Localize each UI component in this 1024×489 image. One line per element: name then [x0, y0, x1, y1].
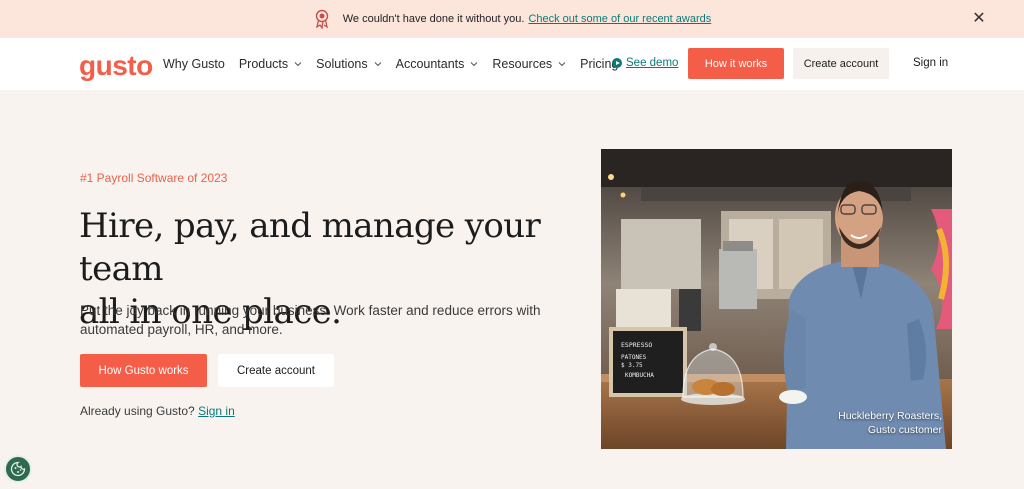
- sign-in-link[interactable]: Sign in: [198, 404, 235, 418]
- cookie-settings-button[interactable]: [4, 455, 32, 483]
- photo-caption: Huckleberry Roasters, Gusto customer: [838, 410, 942, 436]
- already-using-text: Already using Gusto? Sign in: [80, 404, 235, 418]
- menu-board-line: PATONES: [621, 354, 647, 361]
- announcement-text: We couldn't have done it without you.: [342, 13, 525, 25]
- award-ribbon-icon: [313, 9, 331, 29]
- nav-item-products[interactable]: Products: [239, 57, 302, 71]
- sign-in-nav-link[interactable]: Sign in: [913, 57, 948, 69]
- create-account-button[interactable]: Create account: [218, 354, 334, 387]
- chevron-down-icon: [471, 62, 478, 67]
- nav-item-resources[interactable]: Resources: [492, 57, 566, 71]
- hero-eyebrow: #1 Payroll Software of 2023: [80, 171, 228, 185]
- see-demo-link[interactable]: See demo: [612, 57, 678, 69]
- menu-board-line: KOMBUCHA: [625, 372, 654, 379]
- close-icon[interactable]: ✕: [970, 9, 988, 27]
- gusto-logo[interactable]: gusto: [79, 50, 153, 82]
- nav-item-solutions[interactable]: Solutions: [316, 57, 381, 71]
- cafe-illustration: ESPRESSO PATONES $ 3.75 KOMBUCHA: [601, 149, 952, 449]
- chevron-down-icon: [558, 62, 566, 67]
- menu-board-line: ESPRESSO: [621, 341, 652, 349]
- menu-board-line: $ 3.75: [621, 362, 643, 369]
- announcement-bar: We couldn't have done it without you. Ch…: [0, 0, 1024, 38]
- chevron-down-icon: [374, 62, 381, 67]
- hero-subtext: Put the joy back in running your busines…: [80, 303, 541, 337]
- create-account-nav-button[interactable]: Create account: [793, 48, 889, 79]
- hero-photo: ESPRESSO PATONES $ 3.75 KOMBUCHA Huckleb…: [601, 149, 952, 449]
- nav-item-why-gusto[interactable]: Why Gusto: [163, 57, 225, 71]
- cookie-icon: [10, 461, 26, 477]
- how-gusto-works-button[interactable]: How Gusto works: [80, 354, 207, 387]
- play-icon: [612, 58, 622, 68]
- how-it-works-button[interactable]: How it works: [688, 48, 784, 79]
- awards-link[interactable]: Check out some of our recent awards: [528, 13, 711, 25]
- nav-item-accountants[interactable]: Accountants: [396, 57, 479, 71]
- nav-menu: Why Gusto Products Solutions Accountants…: [163, 57, 632, 71]
- chevron-down-icon: [294, 62, 302, 67]
